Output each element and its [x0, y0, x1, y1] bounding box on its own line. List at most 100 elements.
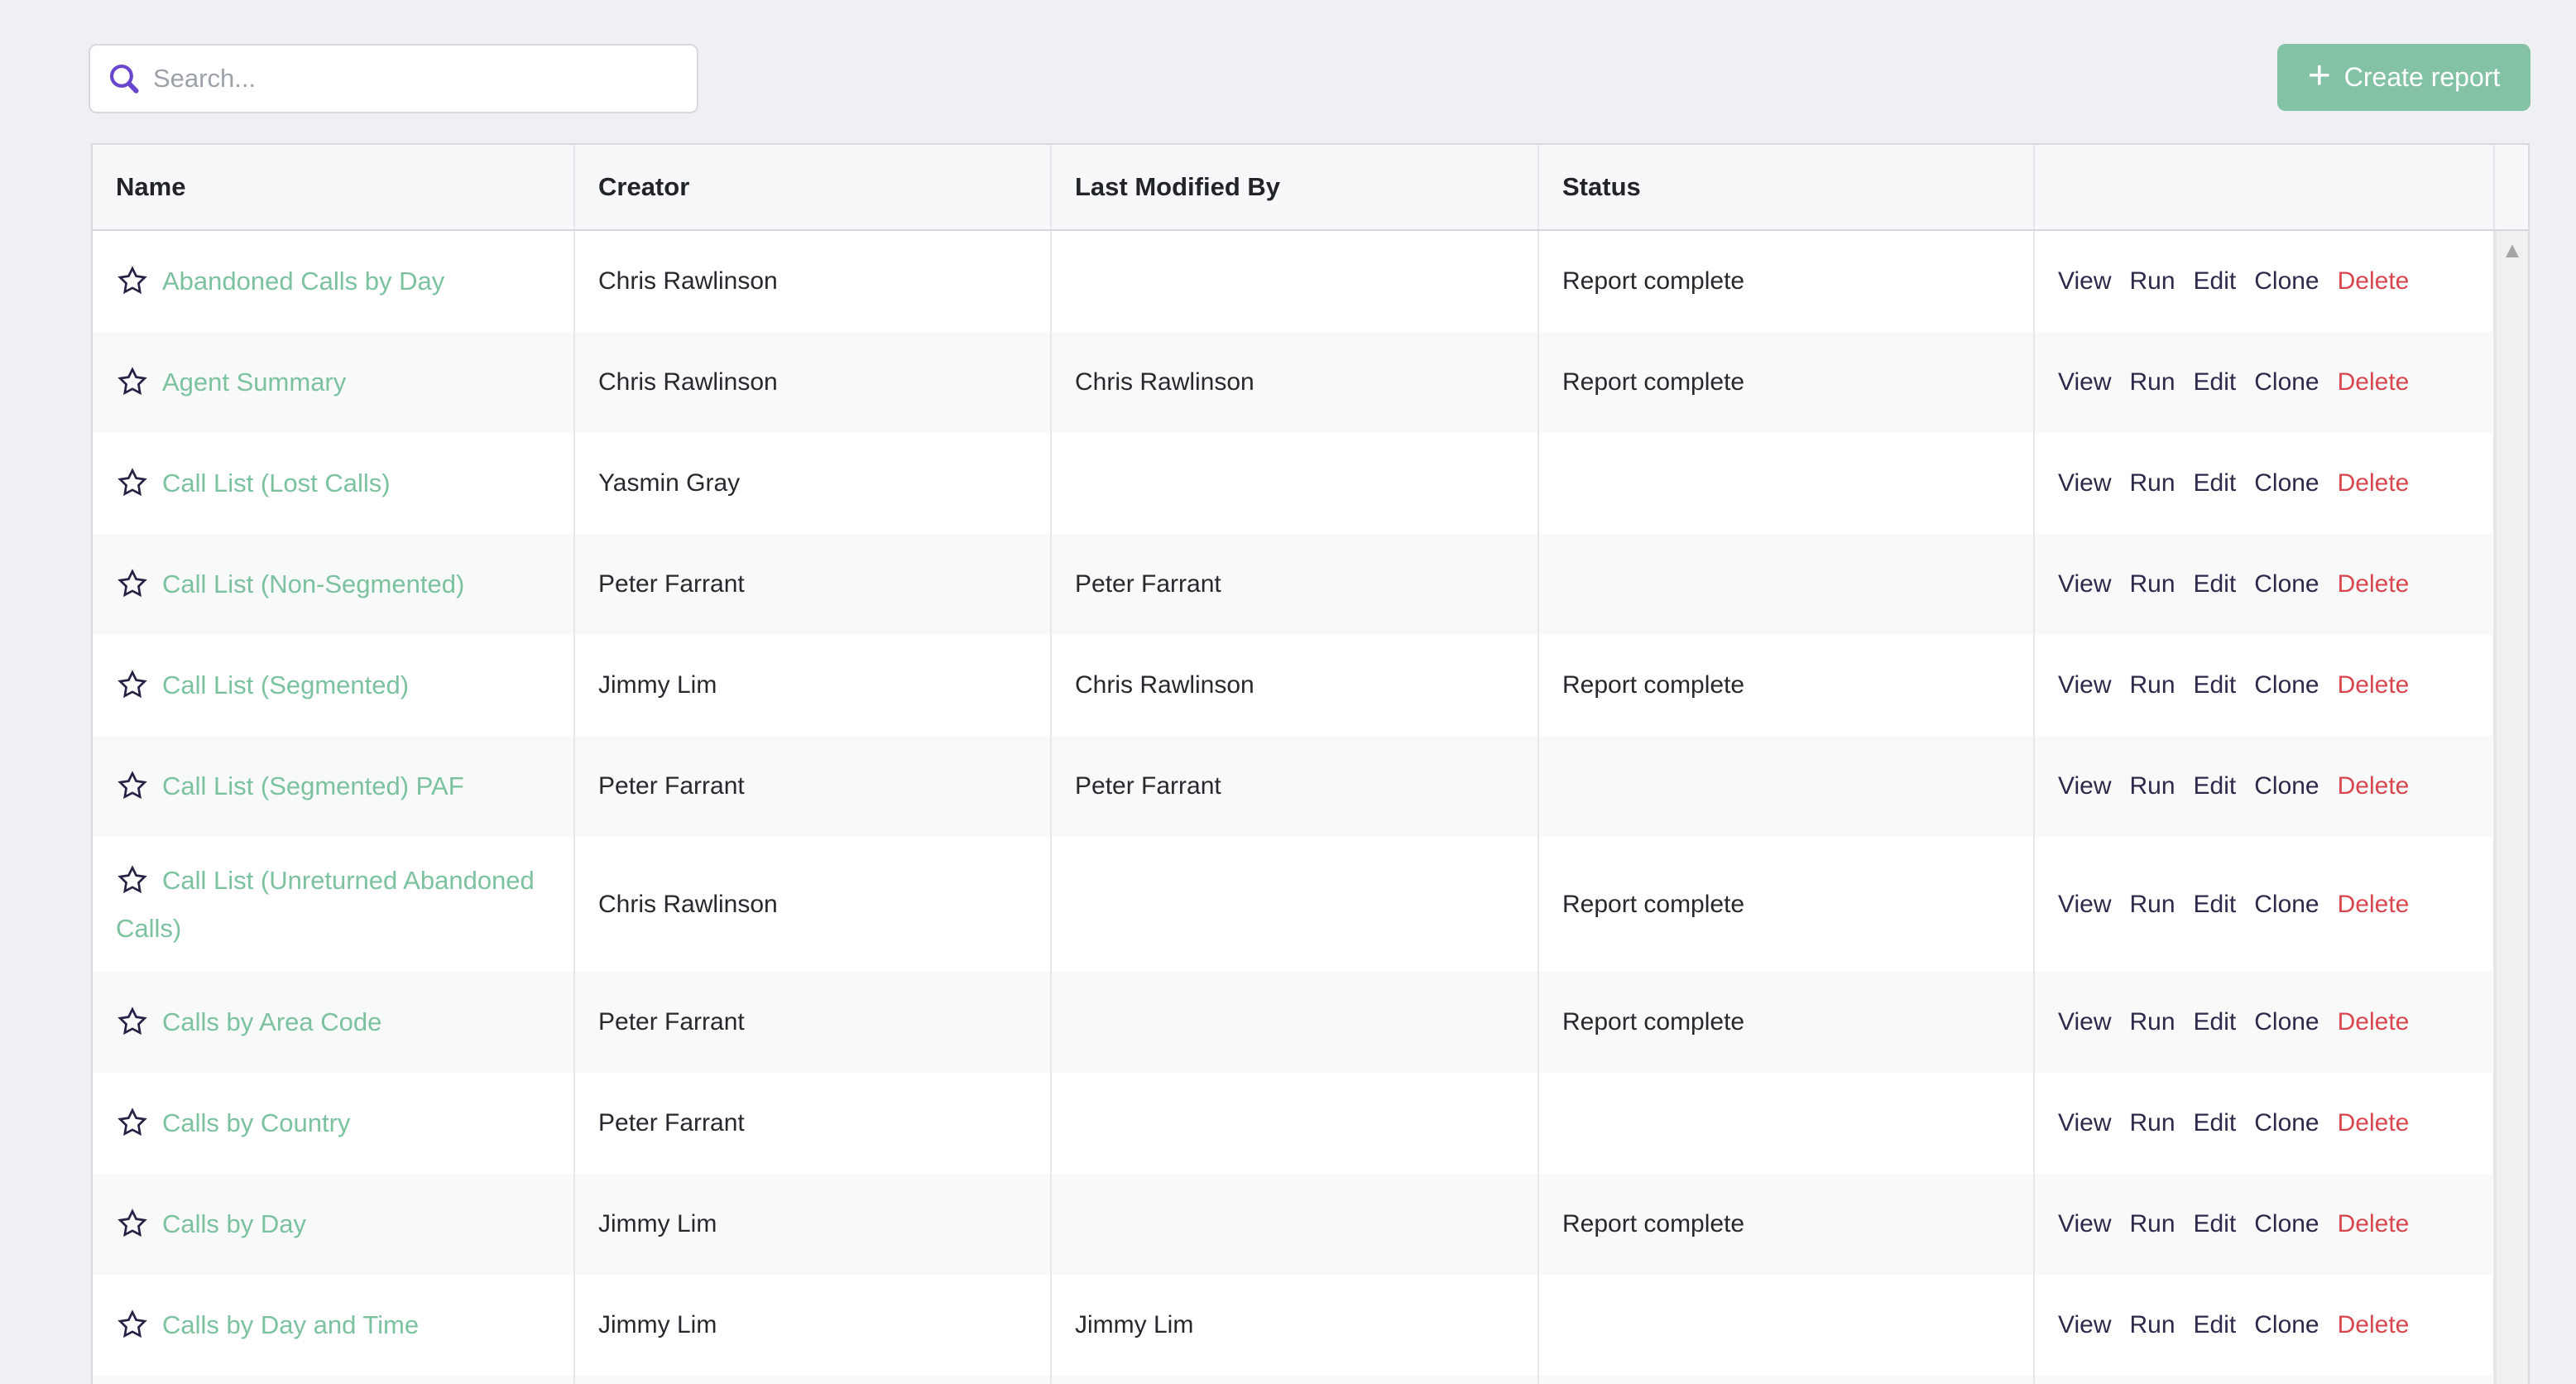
action-run-link[interactable]: Run — [2129, 891, 2175, 919]
action-view-link[interactable]: View — [2058, 469, 2111, 497]
action-run-link[interactable]: Run — [2129, 1311, 2175, 1339]
action-run-link[interactable]: Run — [2129, 570, 2175, 598]
action-view-link[interactable]: View — [2058, 1109, 2111, 1137]
report-name-link[interactable]: Call List (Segmented) — [162, 670, 409, 699]
action-edit-link[interactable]: Edit — [2194, 368, 2237, 396]
action-clone-link[interactable]: Clone — [2254, 368, 2319, 396]
name-cell: Calls by Country — [93, 1073, 575, 1174]
action-run-link[interactable]: Run — [2129, 1109, 2175, 1137]
create-report-button[interactable]: + Create report — [2277, 44, 2530, 111]
report-name-link[interactable]: Call List (Non-Segmented) — [162, 569, 464, 598]
scroll-up-arrow-icon[interactable]: ▲ — [2502, 239, 2524, 262]
favorite-star-icon[interactable] — [116, 265, 149, 296]
status-cell: Report complete — [1539, 837, 2035, 972]
action-clone-link[interactable]: Clone — [2254, 1109, 2319, 1137]
favorite-star-icon[interactable] — [116, 1107, 149, 1138]
action-delete-link[interactable]: Delete — [2338, 1109, 2410, 1137]
status-cell: Report complete — [1539, 635, 2035, 736]
report-name-link[interactable]: Calls by Day and Time — [162, 1310, 419, 1339]
action-run-link[interactable]: Run — [2129, 671, 2175, 699]
action-view-link[interactable]: View — [2058, 1008, 2111, 1036]
action-delete-link[interactable]: Delete — [2338, 267, 2410, 296]
report-name-link[interactable]: Calls by Day — [162, 1209, 306, 1238]
action-delete-link[interactable]: Delete — [2338, 1210, 2410, 1238]
creator-cell: Chris Rawlinson — [575, 231, 1052, 332]
action-run-link[interactable]: Run — [2129, 1008, 2175, 1036]
action-clone-link[interactable]: Clone — [2254, 469, 2319, 497]
actions-cell: View Run Edit Clone Delete — [2035, 1174, 2495, 1275]
action-view-link[interactable]: View — [2058, 1210, 2111, 1238]
action-run-link[interactable]: Run — [2129, 1210, 2175, 1238]
action-delete-link[interactable]: Delete — [2338, 772, 2410, 800]
favorite-star-icon[interactable] — [116, 770, 149, 801]
action-delete-link[interactable]: Delete — [2338, 368, 2410, 396]
favorite-star-icon[interactable] — [116, 1208, 149, 1239]
action-delete-link[interactable]: Delete — [2338, 1311, 2410, 1339]
action-delete-link[interactable]: Delete — [2338, 570, 2410, 598]
action-view-link[interactable]: View — [2058, 570, 2111, 598]
action-edit-link[interactable]: Edit — [2194, 267, 2237, 296]
action-edit-link[interactable]: Edit — [2194, 1109, 2237, 1137]
report-name-link[interactable]: Call List (Unreturned Abandoned Calls) — [116, 866, 535, 943]
action-view-link[interactable]: View — [2058, 891, 2111, 919]
action-edit-link[interactable]: Edit — [2194, 1210, 2237, 1238]
report-name-link[interactable]: Calls by Area Code — [162, 1007, 381, 1036]
favorite-star-icon[interactable] — [116, 366, 149, 397]
table-row: Call List (Lost Calls) Yasmin Gray View … — [93, 433, 2495, 534]
action-run-link[interactable]: Run — [2129, 469, 2175, 497]
status-cell — [1539, 736, 2035, 837]
favorite-star-icon[interactable] — [116, 1006, 149, 1037]
action-edit-link[interactable]: Edit — [2194, 1311, 2237, 1339]
action-clone-link[interactable]: Clone — [2254, 772, 2319, 800]
report-name-link[interactable]: Abandoned Calls by Day — [162, 267, 444, 296]
action-edit-link[interactable]: Edit — [2194, 772, 2237, 800]
actions-cell: View Run Edit Clone Delete — [2035, 433, 2495, 534]
actions-cell: View Run Edit Clone Delete — [2035, 635, 2495, 736]
search-box — [89, 44, 698, 113]
action-run-link[interactable]: Run — [2129, 368, 2175, 396]
favorite-star-icon[interactable] — [116, 1309, 149, 1340]
report-name-link[interactable]: Calls by Country — [162, 1108, 350, 1137]
action-run-link[interactable]: Run — [2129, 772, 2175, 800]
report-name-link[interactable]: Agent Summary — [162, 368, 346, 396]
action-edit-link[interactable]: Edit — [2194, 1008, 2237, 1036]
table-row: Call List (Unreturned Abandoned Calls) C… — [93, 837, 2495, 972]
report-name-link[interactable]: Call List (Lost Calls) — [162, 469, 391, 497]
action-edit-link[interactable]: Edit — [2194, 891, 2237, 919]
table-header-row: Name Creator Last Modified By Status — [93, 145, 2528, 231]
action-clone-link[interactable]: Clone — [2254, 1311, 2319, 1339]
action-view-link[interactable]: View — [2058, 267, 2111, 296]
favorite-star-icon[interactable] — [116, 669, 149, 700]
action-edit-link[interactable]: Edit — [2194, 671, 2237, 699]
action-clone-link[interactable]: Clone — [2254, 570, 2319, 598]
action-view-link[interactable]: View — [2058, 1311, 2111, 1339]
favorite-star-icon[interactable] — [116, 568, 149, 599]
action-view-link[interactable]: View — [2058, 772, 2111, 800]
action-view-link[interactable]: View — [2058, 368, 2111, 396]
name-cell: Calls by Day — [93, 1174, 575, 1275]
search-input[interactable] — [151, 63, 682, 94]
action-clone-link[interactable]: Clone — [2254, 891, 2319, 919]
action-delete-link[interactable]: Delete — [2338, 671, 2410, 699]
actions-cell: View Run Edit Clone Delete — [2035, 837, 2495, 972]
report-name-link[interactable]: Call List (Segmented) PAF — [162, 771, 464, 800]
action-delete-link[interactable]: Delete — [2338, 469, 2410, 497]
action-clone-link[interactable]: Clone — [2254, 671, 2319, 699]
action-edit-link[interactable]: Edit — [2194, 469, 2237, 497]
favorite-star-icon[interactable] — [116, 864, 149, 896]
action-view-link[interactable]: View — [2058, 671, 2111, 699]
action-delete-link[interactable]: Delete — [2338, 1008, 2410, 1036]
action-edit-link[interactable]: Edit — [2194, 570, 2237, 598]
action-clone-link[interactable]: Clone — [2254, 1008, 2319, 1036]
vertical-scrollbar[interactable]: ▲ — [2495, 231, 2528, 1384]
name-cell: Calls by Day and Time — [93, 1275, 575, 1376]
favorite-star-icon[interactable] — [116, 467, 149, 498]
action-clone-link[interactable]: Clone — [2254, 1210, 2319, 1238]
action-run-link[interactable]: Run — [2129, 267, 2175, 296]
action-delete-link[interactable]: Delete — [2338, 891, 2410, 919]
actions-cell: View Run Edit Clone Delete — [2035, 1275, 2495, 1376]
empty-cell — [1539, 1376, 2035, 1384]
action-clone-link[interactable]: Clone — [2254, 267, 2319, 296]
last-modified-by-cell — [1052, 972, 1539, 1073]
name-cell: Call List (Segmented) PAF — [93, 736, 575, 837]
